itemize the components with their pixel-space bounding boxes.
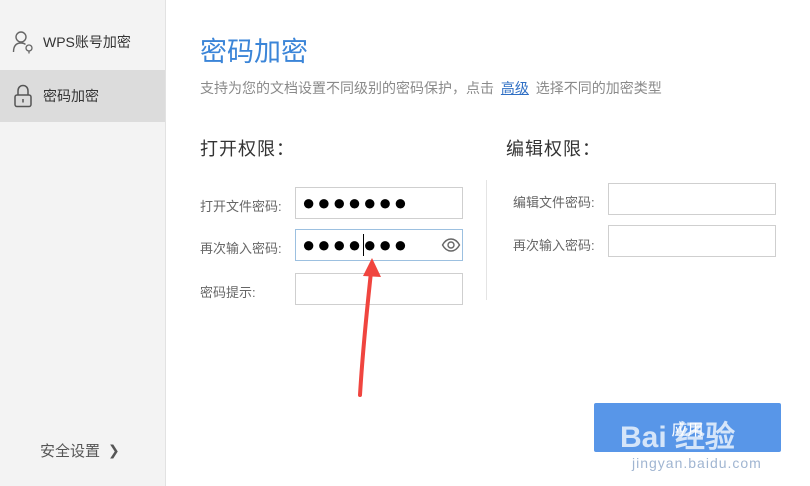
sidebar: WPS账号加密 密码加密 安全设置 ❯ — [0, 0, 166, 486]
password-hint-field[interactable] — [295, 273, 463, 305]
subtitle-text-after: 选择不同的加密类型 — [535, 80, 662, 96]
open-permission-title: 打开权限： — [200, 139, 295, 159]
open-password-value: ●●●●●●● — [302, 190, 410, 215]
section-divider — [486, 180, 487, 300]
sidebar-item-label: 密码加密 — [43, 88, 99, 104]
page-subtitle: 支持为您的文档设置不同级别的密码保护，点击 高级 选择不同的加密类型 — [200, 78, 662, 98]
security-settings-link[interactable]: 安全设置 ❯ — [40, 440, 120, 461]
edit-password-label: 编辑文件密码: — [513, 195, 595, 210]
eye-icon[interactable] — [441, 237, 461, 253]
open-password-label: 打开文件密码: — [200, 199, 282, 214]
sidebar-item-label: WPS账号加密 — [43, 34, 131, 50]
edit-password-field[interactable] — [608, 183, 776, 215]
advanced-link[interactable]: 高级 — [501, 80, 529, 96]
sidebar-item-password-encryption[interactable]: 密码加密 — [0, 70, 165, 122]
user-lock-icon — [12, 30, 34, 54]
security-settings-label: 安全设置 — [40, 443, 101, 460]
open-confirm-value: ●●●●●●● — [302, 232, 410, 257]
edit-permission-title: 编辑权限： — [506, 139, 601, 159]
chevron-right-icon: ❯ — [108, 442, 120, 458]
page-title: 密码加密 — [200, 37, 308, 67]
text-caret — [363, 234, 364, 256]
main-panel: 密码加密 支持为您的文档设置不同级别的密码保护，点击 高级 选择不同的加密类型 … — [166, 0, 810, 486]
edit-confirm-field[interactable] — [608, 225, 776, 257]
password-hint-label: 密码提示: — [200, 285, 256, 300]
padlock-icon — [12, 84, 34, 108]
subtitle-text: 支持为您的文档设置不同级别的密码保护，点击 — [200, 80, 494, 96]
edit-confirm-label: 再次输入密码: — [513, 238, 595, 253]
sidebar-item-wps-account-encryption[interactable]: WPS账号加密 — [0, 16, 165, 68]
apply-button[interactable]: 应用 — [594, 403, 781, 452]
open-confirm-label: 再次输入密码: — [200, 241, 282, 256]
